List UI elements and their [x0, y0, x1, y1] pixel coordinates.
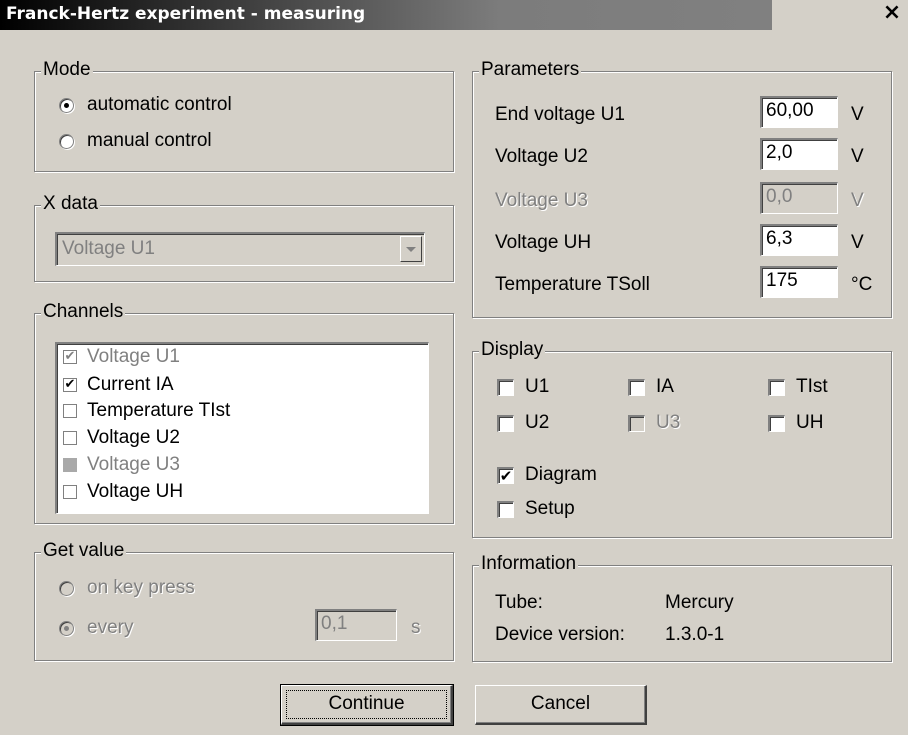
device-version-label: Device version: — [495, 624, 625, 645]
parameters-legend: Parameters — [479, 59, 582, 81]
checkbox-icon — [768, 415, 785, 432]
channels-group: Channels ✔ Voltage U1 ✔ Current IA Tempe… — [34, 301, 454, 524]
interval-unit: s — [411, 617, 421, 638]
radio-on-key-press-icon — [59, 581, 74, 596]
xdata-select[interactable]: Voltage U1 — [55, 232, 425, 266]
checkbox-icon — [63, 458, 77, 472]
channel-label: Voltage UH — [87, 481, 184, 502]
xdata-legend: X data — [41, 193, 100, 215]
tube-label: Tube: — [495, 592, 543, 613]
display-legend: Display — [479, 339, 546, 361]
checkbox-icon — [628, 415, 645, 432]
on-key-press-label: on key press — [87, 577, 195, 598]
checkbox-icon: ✔ — [497, 467, 514, 484]
checkbox-icon — [768, 379, 785, 396]
tube-value: Mercury — [665, 592, 734, 613]
channel-label: Voltage U2 — [87, 427, 180, 448]
param-label-voltage-u3: Voltage U3 — [495, 190, 588, 211]
getvalue-group: Get value on key press every 0,1 s — [34, 540, 454, 661]
information-group: Information Tube: Mercury Device version… — [472, 553, 892, 662]
param-unit: °C — [851, 274, 873, 295]
checkbox-icon — [628, 379, 645, 396]
param-unit: V — [851, 104, 864, 125]
manual-control-label: manual control — [87, 130, 212, 151]
channel-label: Current IA — [87, 374, 174, 395]
end-voltage-u1-input[interactable]: 60,00 — [760, 96, 838, 128]
channels-listbox[interactable]: ✔ Voltage U1 ✔ Current IA Temperature TI… — [55, 342, 429, 514]
getvalue-legend: Get value — [41, 540, 127, 562]
checkbox-icon: ✔ — [63, 377, 77, 392]
channel-label: Voltage U3 — [87, 454, 180, 475]
voltage-uh-input[interactable]: 6,3 — [760, 224, 838, 256]
information-legend: Information — [479, 553, 579, 575]
checkbox-icon — [497, 379, 514, 396]
display-label: IA — [656, 376, 674, 397]
mode-group: Mode automatic control manual control — [34, 59, 454, 172]
radio-manual-icon — [59, 134, 74, 149]
close-icon[interactable]: × — [882, 1, 902, 25]
xdata-value: Voltage U1 — [62, 238, 155, 259]
setup-label: Setup — [525, 498, 575, 519]
checkbox-icon — [63, 431, 77, 445]
automatic-control-label: automatic control — [87, 94, 232, 115]
param-unit: V — [851, 146, 864, 167]
chevron-down-icon[interactable] — [400, 236, 422, 262]
focus-ring — [286, 690, 447, 719]
device-version-value: 1.3.0-1 — [665, 624, 725, 645]
param-label-voltage-u2: Voltage U2 — [495, 146, 588, 167]
display-group: Display U1 IA TIst U2 U3 UH ✔ Diagram Se… — [472, 339, 892, 538]
param-unit: V — [851, 232, 864, 253]
checkbox-icon: ✔ — [63, 349, 77, 364]
checkbox-icon — [63, 404, 77, 418]
diagram-label: Diagram — [525, 464, 597, 485]
radio-every-icon — [59, 621, 74, 636]
title-bar: Franck-Hertz experiment - measuring × — [0, 0, 908, 30]
display-label: TIst — [796, 376, 828, 397]
display-label: U1 — [525, 376, 550, 397]
mode-legend: Mode — [41, 59, 93, 81]
param-label-voltage-uh: Voltage UH — [495, 232, 592, 253]
channels-legend: Channels — [41, 301, 126, 323]
window-title: Franck-Hertz experiment - measuring — [6, 4, 366, 24]
display-label: U3 — [656, 412, 681, 433]
every-label: every — [87, 617, 134, 638]
temperature-tsoll-input[interactable]: 175 — [760, 266, 838, 298]
parameters-group: Parameters End voltage U1 60,00 V Voltag… — [472, 59, 892, 318]
cancel-label: Cancel — [530, 693, 591, 714]
checkbox-icon — [497, 501, 514, 518]
channel-label: Temperature TIst — [87, 400, 231, 421]
cancel-button[interactable]: Cancel — [475, 685, 647, 725]
radio-automatic-icon — [59, 98, 74, 113]
param-label-temperature-tsoll: Temperature TSoll — [495, 274, 650, 295]
param-unit: V — [851, 190, 864, 211]
channel-label: Voltage U1 — [87, 346, 180, 367]
param-label-end-voltage-u1: End voltage U1 — [495, 104, 625, 125]
display-label: UH — [796, 412, 824, 433]
voltage-u2-input[interactable]: 2,0 — [760, 138, 838, 170]
voltage-u3-input[interactable]: 0,0 — [760, 182, 838, 214]
display-label: U2 — [525, 412, 550, 433]
checkbox-icon — [497, 415, 514, 432]
checkbox-icon — [63, 485, 77, 499]
continue-button[interactable]: Continue — [280, 684, 454, 726]
interval-input[interactable]: 0,1 — [315, 609, 397, 641]
xdata-group: X data Voltage U1 — [34, 193, 454, 282]
